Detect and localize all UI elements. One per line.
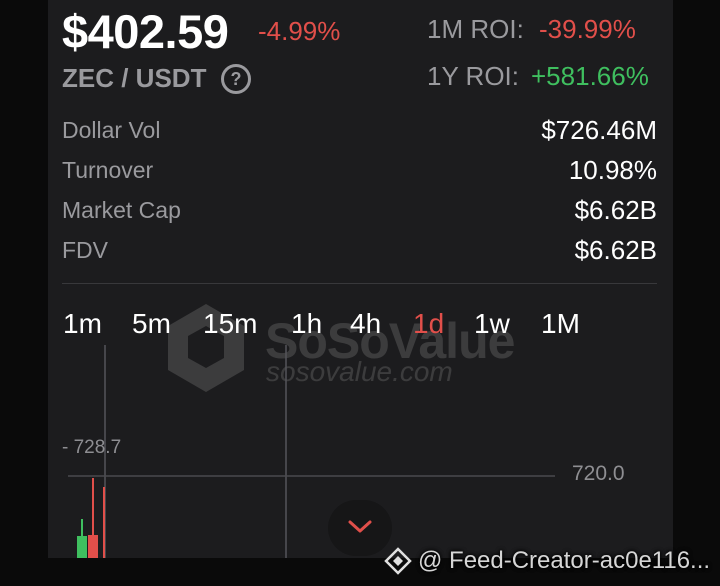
high-price-marker: - 728.7 bbox=[62, 437, 122, 458]
timeframe-5m[interactable]: 5m bbox=[132, 308, 171, 340]
diamond-icon bbox=[384, 547, 412, 575]
expand-chart-button[interactable] bbox=[328, 500, 392, 556]
timeframe-1M[interactable]: 1M bbox=[541, 308, 580, 340]
stat-label-turnover: Turnover bbox=[62, 157, 154, 183]
price-line-label: 720.0 bbox=[572, 462, 625, 485]
stat-value-turnover: 10.98% bbox=[568, 155, 657, 185]
price-change: -4.99% bbox=[258, 16, 341, 46]
timeframe-4h[interactable]: 4h bbox=[350, 308, 381, 340]
roi-1y-label: 1Y ROI: bbox=[427, 61, 520, 91]
candle-up-body bbox=[77, 536, 87, 558]
stat-label-market-cap: Market Cap bbox=[62, 197, 181, 223]
creator-watermark: @ Feed-Creator-ac0e116... bbox=[384, 544, 710, 578]
stat-label-fdv: FDV bbox=[62, 237, 108, 263]
trading-pair: ZEC / USDT bbox=[62, 63, 207, 93]
question-circle-icon[interactable]: ? bbox=[221, 64, 251, 94]
section-divider bbox=[62, 283, 657, 284]
roi-1m-label: 1M ROI: bbox=[427, 14, 524, 44]
stat-value-fdv: $6.62B bbox=[574, 235, 657, 265]
roi-1m-value: -39.99% bbox=[539, 14, 636, 44]
chevron-down-icon bbox=[348, 520, 372, 533]
timeframe-1h[interactable]: 1h bbox=[291, 308, 322, 340]
stat-label-dollar-vol: Dollar Vol bbox=[62, 117, 161, 143]
stat-value-market-cap: $6.62B bbox=[574, 195, 657, 225]
timeframe-1d[interactable]: 1d bbox=[413, 308, 444, 340]
stat-value-dollar-vol: $726.46M bbox=[541, 115, 657, 145]
timeframe-15m[interactable]: 15m bbox=[203, 308, 257, 340]
timeframe-1w[interactable]: 1w bbox=[474, 308, 510, 340]
candle-down-body bbox=[88, 535, 98, 558]
creator-handle: @ Feed-Creator-ac0e116... bbox=[418, 547, 711, 574]
current-price: $402.59 bbox=[62, 5, 229, 58]
roi-1y-value: +581.66% bbox=[531, 61, 649, 91]
timeframe-1m[interactable]: 1m bbox=[63, 308, 102, 340]
